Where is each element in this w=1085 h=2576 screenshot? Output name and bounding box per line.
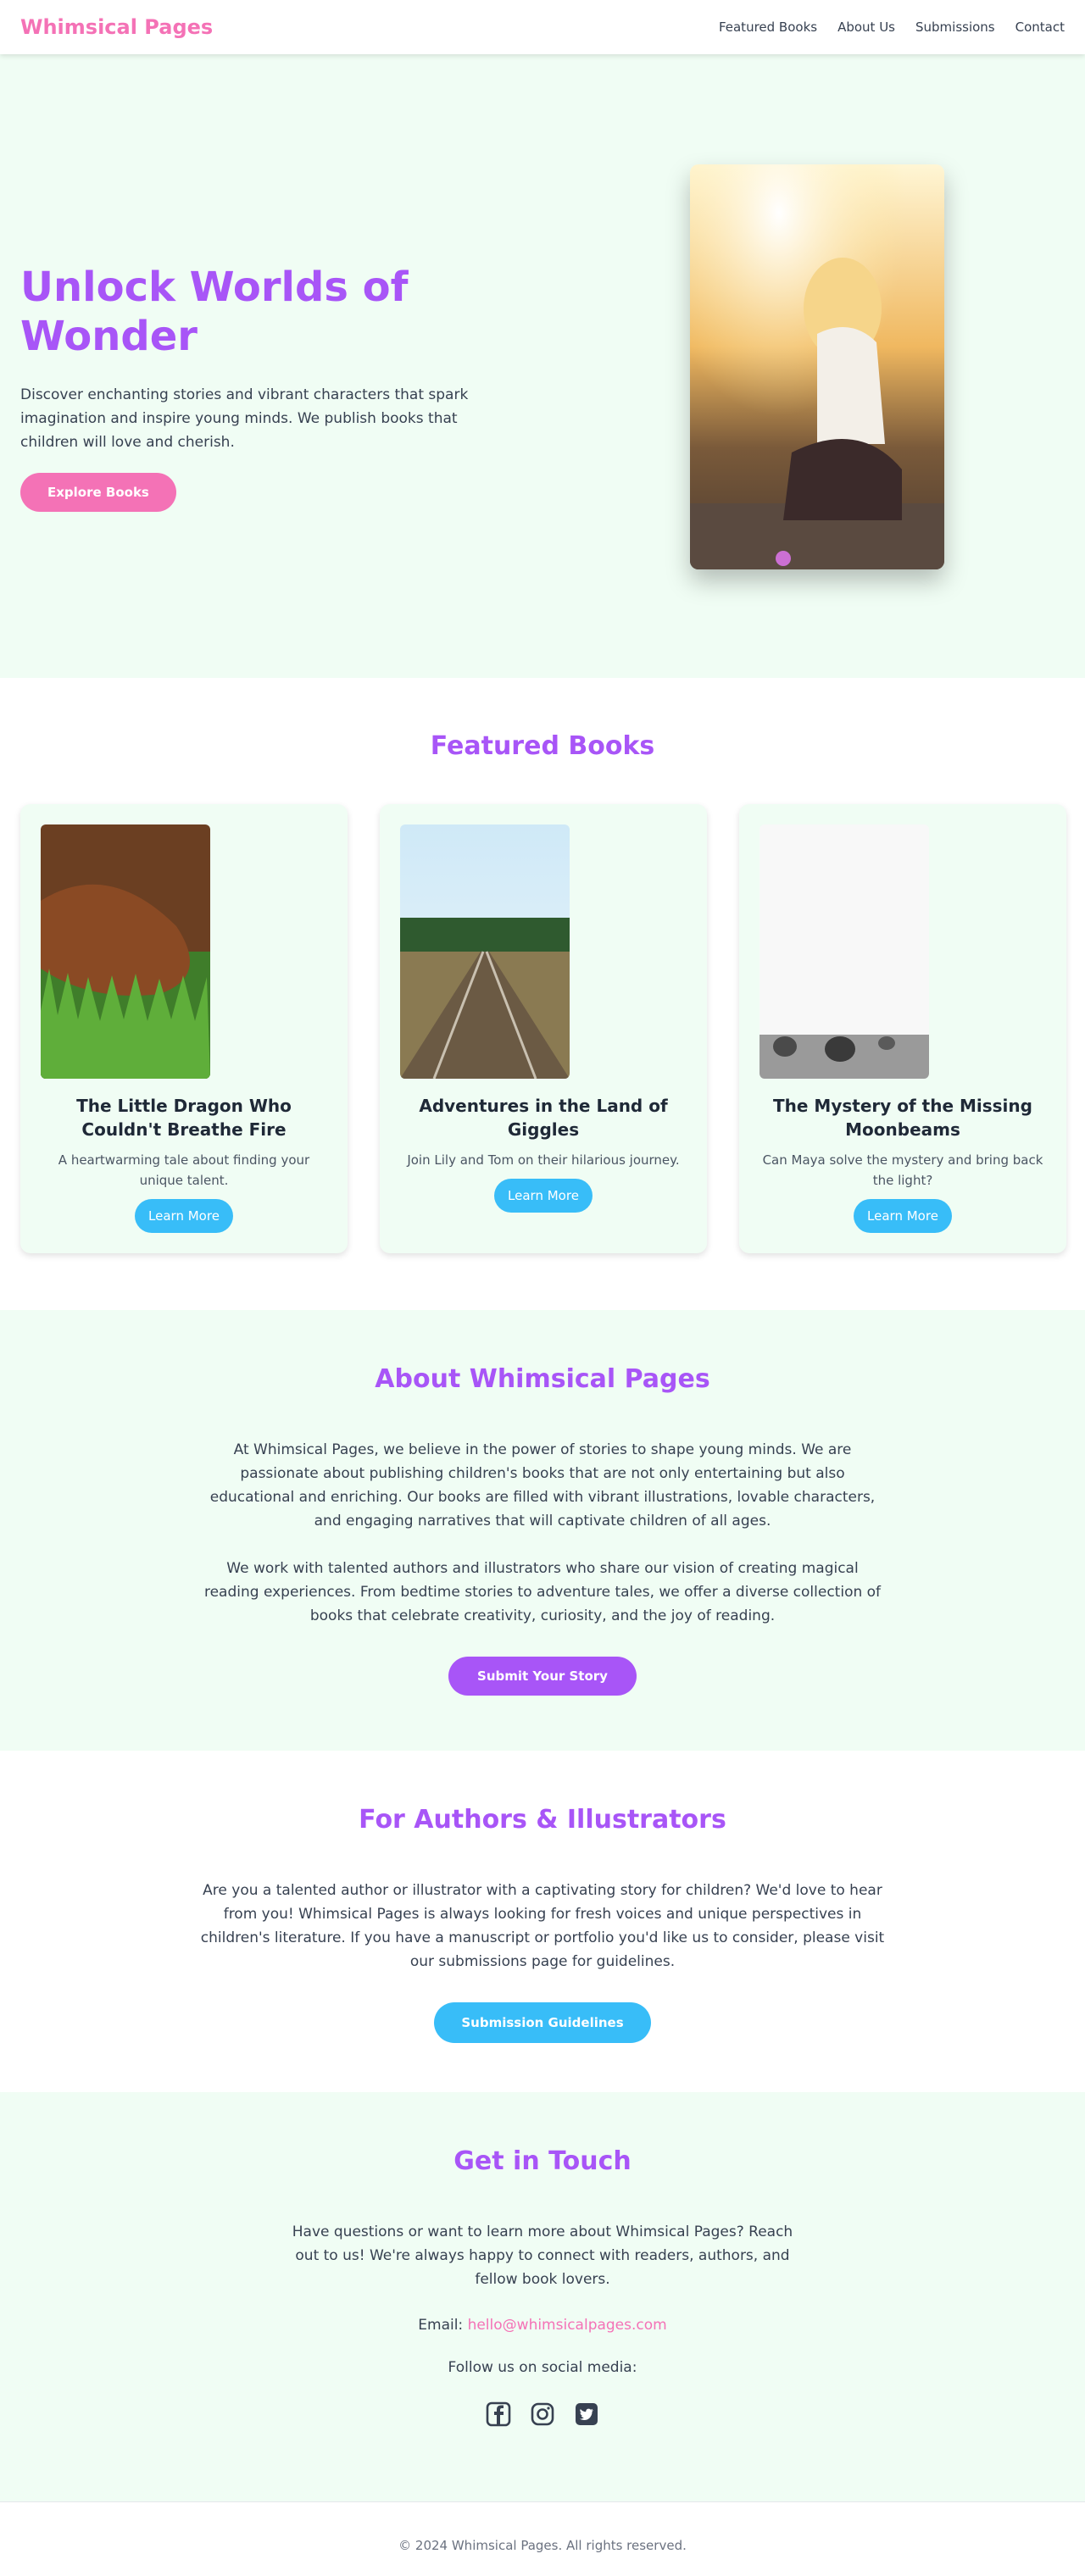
book-cover-image bbox=[41, 824, 210, 1079]
book-card: The Little Dragon Who Couldn't Breathe F… bbox=[20, 804, 348, 1253]
about-paragraph-1: At Whimsical Pages, we believe in the po… bbox=[209, 1441, 876, 1530]
book-title: Adventures in the Land of Giggles bbox=[419, 1096, 668, 1140]
book-title: The Little Dragon Who Couldn't Breathe F… bbox=[76, 1096, 292, 1140]
main-nav: Featured Books About Us Submissions Cont… bbox=[719, 19, 1065, 35]
instagram-icon[interactable] bbox=[530, 2401, 555, 2427]
email-line: Email: hello@whimsicalpages.com bbox=[0, 2317, 1085, 2334]
hero-section: Unlock Worlds of Wonder Discover enchant… bbox=[0, 54, 1085, 678]
explore-books-button[interactable]: Explore Books bbox=[20, 473, 176, 513]
site-header: Whimsical Pages Featured Books About Us … bbox=[0, 0, 1085, 54]
nav-submissions[interactable]: Submissions bbox=[915, 19, 995, 35]
submission-guidelines-button[interactable]: Submission Guidelines bbox=[434, 2002, 651, 2043]
nav-featured-books[interactable]: Featured Books bbox=[719, 19, 817, 35]
hero-title: Unlock Worlds of Wonder bbox=[20, 264, 409, 360]
copyright-text: © 2024 Whimsical Pages. All rights reser… bbox=[398, 2538, 687, 2553]
hero-description: Discover enchanting stories and vibrant … bbox=[20, 386, 469, 452]
follow-text: Follow us on social media: bbox=[448, 2359, 637, 2376]
submit-your-story-button[interactable]: Submit Your Story bbox=[448, 1657, 637, 1696]
about-section: About Whimsical Pages At Whimsical Pages… bbox=[0, 1310, 1085, 1751]
site-footer: © 2024 Whimsical Pages. All rights reser… bbox=[0, 2501, 1085, 2576]
authors-title: For Authors & Illustrators bbox=[359, 1805, 726, 1835]
nav-about-us[interactable]: About Us bbox=[837, 19, 895, 35]
authors-section: For Authors & Illustrators Are you a tal… bbox=[0, 1751, 1085, 2092]
contact-title: Get in Touch bbox=[453, 2146, 632, 2176]
featured-books-title: Featured Books bbox=[430, 731, 655, 761]
learn-more-button[interactable]: Learn More bbox=[494, 1179, 593, 1213]
site-logo[interactable]: Whimsical Pages bbox=[20, 15, 213, 39]
email-label: Email: bbox=[418, 2317, 464, 2334]
book-cover-image bbox=[400, 824, 570, 1079]
contact-section: Get in Touch Have questions or want to l… bbox=[0, 2092, 1085, 2501]
nav-contact[interactable]: Contact bbox=[1015, 19, 1065, 35]
hero-text: Unlock Worlds of Wonder Discover enchant… bbox=[20, 264, 529, 513]
social-links bbox=[0, 2401, 1085, 2427]
featured-books-section: Featured Books The Little Dragon Who Cou… bbox=[0, 678, 1085, 1310]
book-title: The Mystery of the Missing Moonbeams bbox=[773, 1096, 1032, 1140]
book-card: Adventures in the Land of Giggles Join L… bbox=[380, 804, 707, 1253]
twitter-icon[interactable] bbox=[574, 2401, 599, 2427]
authors-paragraph: Are you a talented author or illustrator… bbox=[200, 1882, 885, 1970]
book-description: Can Maya solve the mystery and bring bac… bbox=[762, 1152, 1043, 1188]
book-card: The Mystery of the Missing Moonbeams Can… bbox=[739, 804, 1066, 1253]
book-cards: The Little Dragon Who Couldn't Breathe F… bbox=[20, 804, 1066, 1253]
facebook-icon[interactable] bbox=[486, 2401, 511, 2427]
about-paragraph-2: We work with talented authors and illust… bbox=[203, 1560, 882, 1624]
book-cover-image bbox=[760, 824, 929, 1079]
book-description: Join Lily and Tom on their hilarious jou… bbox=[407, 1152, 680, 1168]
about-title: About Whimsical Pages bbox=[375, 1364, 710, 1394]
email-link[interactable]: hello@whimsicalpages.com bbox=[468, 2317, 667, 2334]
book-description: A heartwarming tale about finding your u… bbox=[58, 1152, 310, 1188]
learn-more-button[interactable]: Learn More bbox=[135, 1199, 233, 1233]
learn-more-button[interactable]: Learn More bbox=[854, 1199, 952, 1233]
hero-image bbox=[690, 164, 944, 569]
contact-paragraph: Have questions or want to learn more abo… bbox=[292, 2223, 793, 2288]
